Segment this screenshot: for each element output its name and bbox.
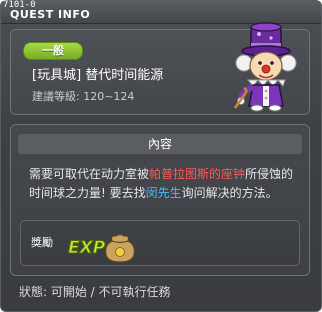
- reward-label: 獎勵: [31, 236, 53, 249]
- desc-text: 需要可取代在动力室被: [29, 167, 150, 181]
- content-section-title: 內容: [18, 134, 302, 154]
- quest-description: 需要可取代在动力室被帕普拉图斯的座钟所侵蚀的时间球之力量! 要去找闵先生询问解决…: [29, 165, 301, 203]
- exp-label: EXP: [68, 238, 106, 258]
- money-bag-icon[interactable]: [105, 233, 135, 263]
- desc-text: 询问解决的方法。: [181, 186, 278, 200]
- exp-icon: EXP: [67, 237, 106, 258]
- reward-box: [20, 220, 300, 266]
- desc-highlight-item: 帕普拉图斯的座钟: [149, 167, 246, 181]
- recommended-level: 建議等級: 120~124: [32, 90, 135, 103]
- quest-name: [玩具城] 替代时间能源: [32, 68, 164, 83]
- desc-highlight-npc: 闵先生: [145, 186, 182, 200]
- quest-status: 狀態: 可開始 / 不可執行任務: [19, 285, 171, 299]
- exp-reward: EXP: [67, 233, 135, 263]
- npc-clown-icon: [233, 22, 297, 112]
- quest-type-badge: 一般: [23, 42, 83, 60]
- window-title: QUEST INFO: [10, 8, 91, 21]
